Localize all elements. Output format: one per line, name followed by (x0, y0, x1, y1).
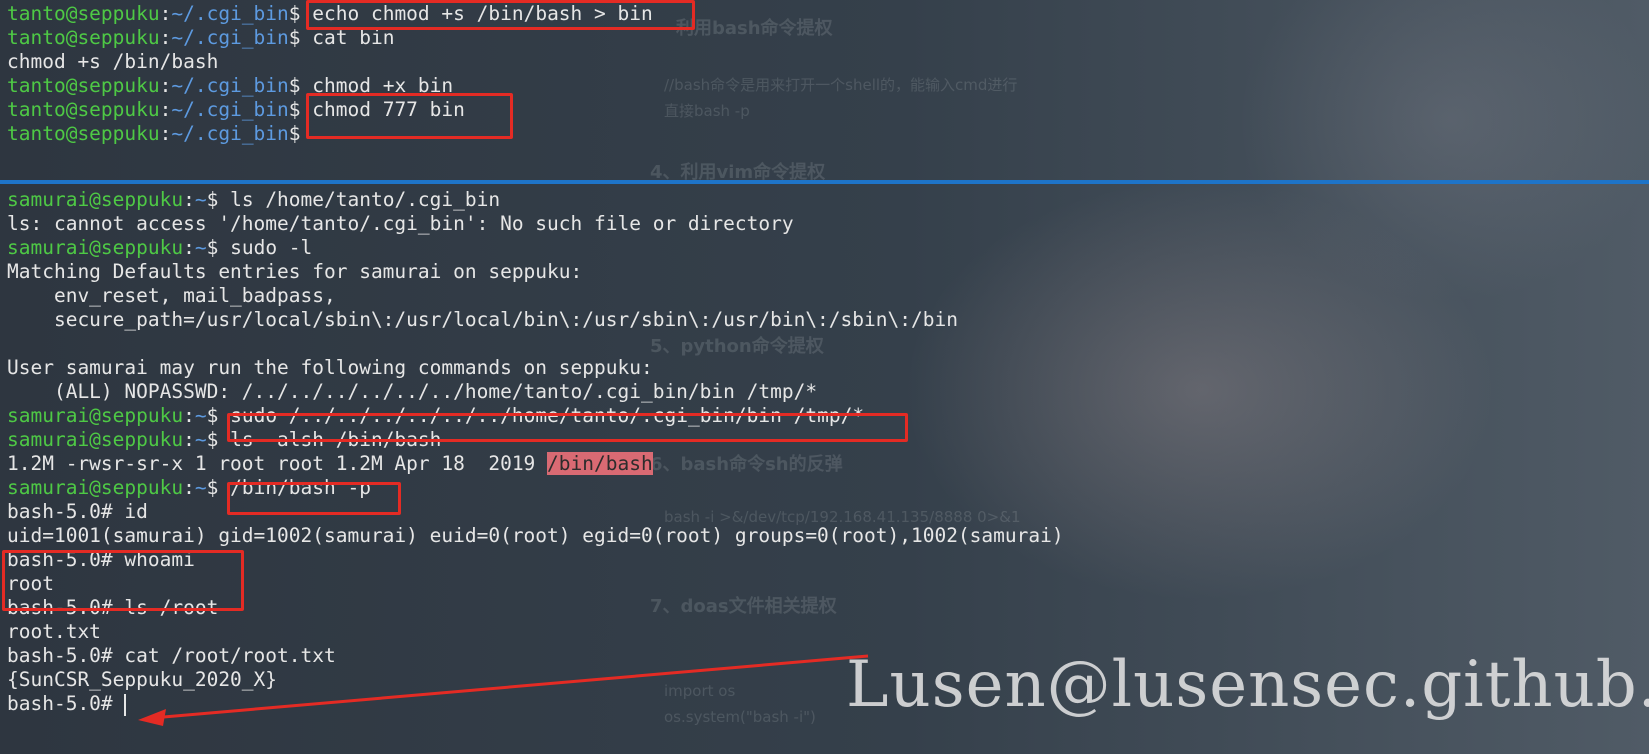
watermark: Lusen@lusensec.github.io (846, 648, 1649, 722)
annotation-arrow (138, 654, 869, 726)
